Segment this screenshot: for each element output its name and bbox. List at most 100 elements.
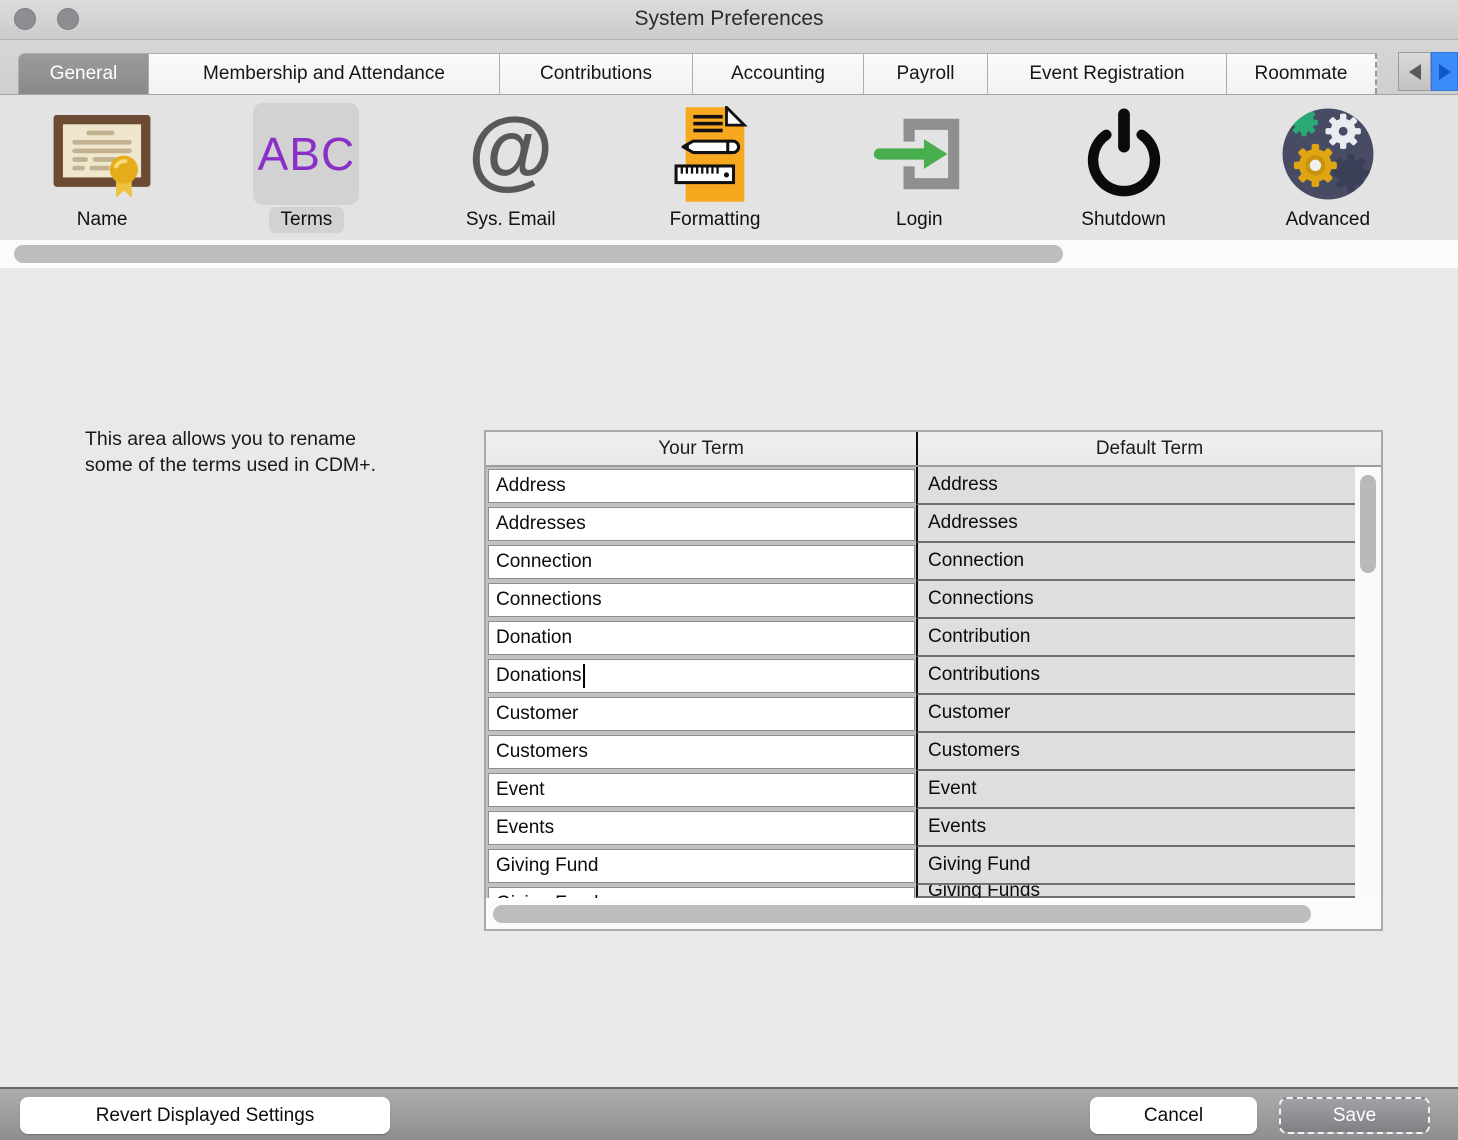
your-term-value: Donations (496, 665, 582, 687)
toolbar-item-sys-email[interactable]: @ Sys. Email (409, 103, 613, 240)
default-term-value: Customer (928, 702, 1010, 724)
your-term-cell[interactable]: Customer (486, 695, 916, 733)
your-term-value: Connections (496, 589, 602, 611)
your-term-value: Giving Funds (496, 893, 608, 898)
your-term-input[interactable]: Connection (488, 545, 915, 579)
table-row: Events Events (486, 809, 1381, 847)
chevron-left-icon (1407, 63, 1423, 81)
tab-general[interactable]: General (18, 53, 149, 94)
table-row: Event Event (486, 771, 1381, 809)
table-row: Giving Funds Giving Funds (486, 885, 1381, 898)
scroll-tabs-left-button[interactable] (1398, 52, 1431, 91)
text-cursor (583, 664, 585, 688)
toolbar-item-name[interactable]: Name (0, 103, 204, 240)
your-term-value: Connection (496, 551, 592, 573)
default-term-value: Connection (928, 550, 1024, 572)
your-term-cell[interactable]: Address (486, 467, 916, 505)
your-term-value: Addresses (496, 513, 586, 535)
default-term-cell: Address (916, 467, 1355, 505)
your-term-input[interactable]: Addresses (488, 507, 915, 541)
your-term-input[interactable]: Customers (488, 735, 915, 769)
tab-bar: General Membership and Attendance Contri… (18, 53, 1377, 94)
default-term-cell: Events (916, 809, 1355, 847)
your-term-input[interactable]: Donation (488, 621, 915, 655)
default-term-cell: Customer (916, 695, 1355, 733)
certificate-icon (49, 103, 155, 205)
your-term-input[interactable]: Donations (488, 659, 915, 693)
footer-bar: Revert Displayed Settings Cancel Save (0, 1087, 1458, 1140)
toolbar-item-advanced[interactable]: Advanced (1226, 103, 1430, 240)
your-term-cell[interactable]: Addresses (486, 505, 916, 543)
tab-accounting[interactable]: Accounting (693, 53, 864, 94)
default-term-cell: Contribution (916, 619, 1355, 657)
power-icon (1071, 103, 1177, 205)
your-term-input[interactable]: Giving Funds (488, 887, 915, 898)
your-term-input[interactable]: Connections (488, 583, 915, 617)
your-term-value: Customers (496, 741, 588, 763)
your-term-cell[interactable]: Donation (486, 619, 916, 657)
vertical-scrollbar-thumb[interactable] (1360, 475, 1376, 573)
tab-strip: General Membership and Attendance Contri… (0, 40, 1458, 95)
your-term-value: Donation (496, 627, 572, 649)
scroll-tabs-right-button[interactable] (1431, 52, 1458, 91)
your-term-input[interactable]: Events (488, 811, 915, 845)
tab-contributions[interactable]: Contributions (500, 53, 693, 94)
table-body: Address Address Addresses Addresses Conn… (486, 467, 1381, 900)
your-term-cell[interactable]: Giving Fund (486, 847, 916, 885)
toolbar-item-shutdown[interactable]: Shutdown (1021, 103, 1225, 240)
default-term-cell: Giving Funds (916, 885, 1355, 898)
description-line-2: some of the terms used in CDM+. (85, 452, 376, 478)
toolbar-item-formatting[interactable]: Formatting (613, 103, 817, 240)
chevron-right-icon (1437, 63, 1453, 81)
your-term-cell[interactable]: Connections (486, 581, 916, 619)
your-term-input[interactable]: Address (488, 469, 915, 503)
default-term-cell: Customers (916, 733, 1355, 771)
table-row: Address Address (486, 467, 1381, 505)
your-term-input[interactable]: Event (488, 773, 915, 807)
toolbar-item-label: Shutdown (1069, 207, 1178, 233)
your-term-cell[interactable]: Event (486, 771, 916, 809)
table-vertical-scrollbar[interactable] (1355, 467, 1381, 900)
title-bar: System Preferences (0, 0, 1458, 40)
default-term-cell: Addresses (916, 505, 1355, 543)
default-term-cell: Connection (916, 543, 1355, 581)
your-term-cell[interactable]: Giving Funds (486, 885, 916, 898)
toolbar-item-label: Advanced (1274, 207, 1383, 233)
your-term-cell[interactable]: Donations (486, 657, 916, 695)
table-horizontal-scrollbar[interactable] (486, 900, 1381, 929)
toolbar-item-label: Formatting (658, 207, 773, 233)
gears-icon (1275, 103, 1381, 205)
tab-event-registration[interactable]: Event Registration (988, 53, 1227, 94)
your-term-cell[interactable]: Customers (486, 733, 916, 771)
table-row: Customer Customer (486, 695, 1381, 733)
your-term-value: Giving Fund (496, 855, 598, 877)
system-preferences-window: System Preferences General Membership an… (0, 0, 1458, 1140)
toolbar-scrollbar-thumb[interactable] (14, 245, 1063, 263)
default-term-cell: Contributions (916, 657, 1355, 695)
default-term-cell: Event (916, 771, 1355, 809)
revert-displayed-settings-button[interactable]: Revert Displayed Settings (20, 1097, 390, 1134)
tab-scroller (1398, 52, 1458, 91)
toolbar-item-label: Login (884, 207, 955, 233)
your-term-input[interactable]: Customer (488, 697, 915, 731)
toolbar-item-login[interactable]: Login (817, 103, 1021, 240)
save-button[interactable]: Save (1279, 1097, 1430, 1134)
toolbar-scrollbar (0, 240, 1458, 268)
tab-membership-and-attendance[interactable]: Membership and Attendance (149, 53, 500, 94)
tab-payroll[interactable]: Payroll (864, 53, 988, 94)
your-term-input[interactable]: Giving Fund (488, 849, 915, 883)
general-terms-pane: This area allows you to rename some of t… (0, 268, 1458, 1087)
default-term-value: Event (928, 778, 977, 800)
horizontal-scrollbar-thumb[interactable] (493, 905, 1311, 923)
your-term-value: Event (496, 779, 545, 801)
your-term-value: Events (496, 817, 554, 839)
toolbar-item-terms[interactable]: ABC Terms (204, 103, 408, 240)
table-row: Giving Fund Giving Fund (486, 847, 1381, 885)
default-term-value: Giving Funds (928, 885, 1040, 898)
cancel-button[interactable]: Cancel (1090, 1097, 1257, 1134)
tab-roommate[interactable]: Roommate (1227, 53, 1377, 94)
column-header-default-term: Default Term (916, 432, 1381, 465)
default-term-cell: Connections (916, 581, 1355, 619)
your-term-cell[interactable]: Events (486, 809, 916, 847)
your-term-cell[interactable]: Connection (486, 543, 916, 581)
